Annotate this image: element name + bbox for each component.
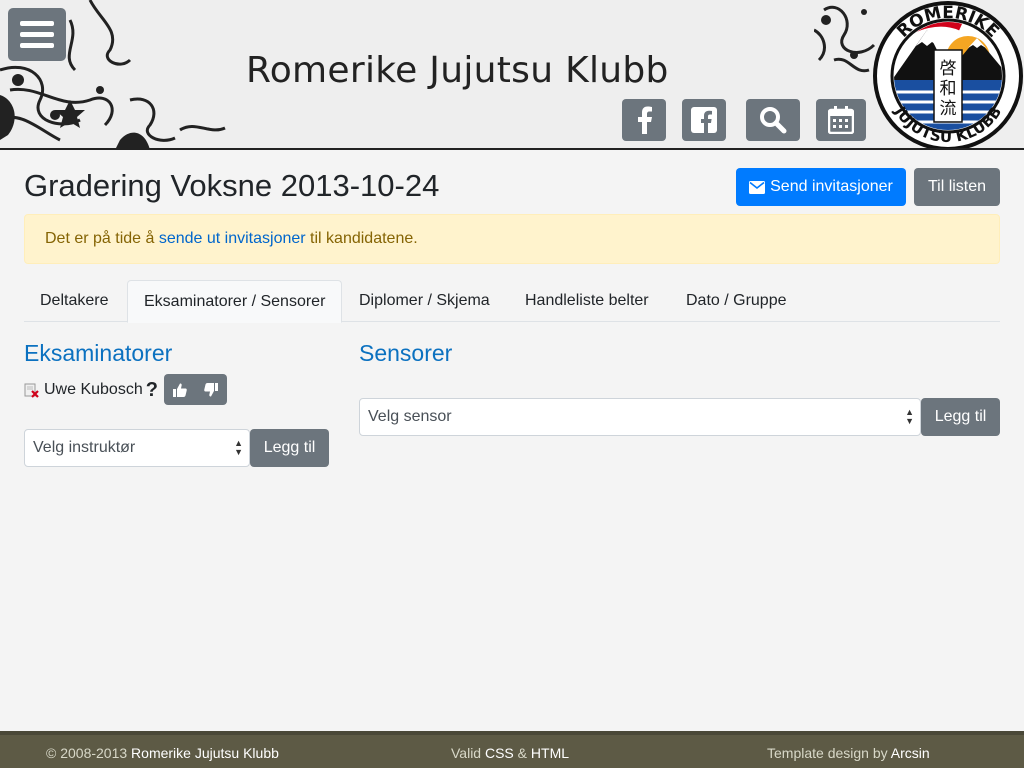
page-title: Gradering Voksne 2013-10-24	[24, 168, 440, 203]
footer-club-link[interactable]: Romerike Jujutsu Klubb	[131, 745, 279, 761]
hamburger-icon	[20, 21, 54, 26]
search-icon	[760, 107, 787, 134]
send-invitations-button[interactable]: Send invitasjoner	[736, 168, 906, 206]
search-button[interactable]	[746, 99, 800, 141]
tab-dato-gruppe[interactable]: Dato / Gruppe	[670, 280, 803, 322]
facebook-icon	[638, 106, 652, 134]
valid-html-link[interactable]: HTML	[531, 745, 569, 761]
thumbs-up-button[interactable]	[164, 374, 195, 405]
question-icon: ?	[145, 378, 158, 401]
envelope-icon	[749, 180, 766, 194]
examiner-item: Uwe Kubosch ?	[24, 374, 158, 406]
footer-copyright: © 2008-2013 Romerike Jujutsu Klubb	[46, 745, 279, 761]
footer-credits: Template design by Arcsin	[767, 745, 930, 761]
remove-user-icon[interactable]	[24, 382, 40, 398]
facebook-square-icon	[691, 107, 717, 133]
sensors-heading: Sensorer	[359, 340, 453, 366]
svg-text:啓: 啓	[940, 59, 957, 79]
menu-button[interactable]	[8, 8, 66, 61]
facebook-page-button[interactable]	[682, 99, 726, 141]
sensor-select[interactable]: Velg sensor ▲ ▼	[359, 398, 921, 436]
examiners-heading: Eksaminatorer	[24, 340, 173, 366]
site-footer: © 2008-2013 Romerike Jujutsu Klubb Valid…	[0, 731, 1024, 768]
examiner-select[interactable]: Velg instruktør ▲ ▼	[24, 429, 250, 467]
select-arrows-icon: ▲ ▼	[905, 407, 914, 426]
valid-css-link[interactable]: CSS	[485, 745, 514, 761]
tab-diplomer-skjema[interactable]: Diplomer / Skjema	[343, 280, 506, 322]
thumbs-down-button[interactable]	[195, 374, 226, 405]
examiner-name: Uwe Kubosch	[44, 381, 143, 398]
svg-text:和: 和	[940, 79, 957, 99]
add-examiner-button[interactable]: Legg til	[250, 429, 329, 467]
footer-validation: Valid CSS & HTML	[451, 745, 570, 761]
facebook-button[interactable]	[622, 99, 666, 141]
tab-eksaminatorer-sensorer[interactable]: Eksaminatorer / Sensorer	[127, 280, 343, 323]
tab-bar: Deltakere Eksaminatorer / Sensorer Diplo…	[24, 280, 1000, 323]
to-list-button[interactable]: Til listen	[914, 168, 1000, 206]
send-invitations-link[interactable]: sende ut invitasjoner	[159, 230, 306, 247]
vote-buttons	[164, 374, 227, 405]
site-header: Romerike Jujutsu Klubb 啓 和 流 ROMERIKE JU…	[0, 0, 1024, 150]
add-sensor-button[interactable]: Legg til	[921, 398, 1000, 436]
site-title[interactable]: Romerike Jujutsu Klubb	[246, 50, 669, 91]
svg-text:流: 流	[940, 99, 957, 119]
club-logo: 啓 和 流 ROMERIKE JUJUTSU KLUBB	[873, 1, 1023, 148]
select-arrows-icon: ▲ ▼	[234, 438, 243, 457]
tab-deltakere[interactable]: Deltakere	[24, 280, 124, 322]
designer-link[interactable]: Arcsin	[891, 745, 930, 761]
tab-handleliste-belter[interactable]: Handleliste belter	[509, 280, 665, 322]
invitation-alert: Det er på tide å sende ut invitasjoner t…	[24, 214, 1000, 264]
thumbs-down-icon	[203, 382, 218, 396]
thumbs-up-icon	[172, 383, 187, 397]
